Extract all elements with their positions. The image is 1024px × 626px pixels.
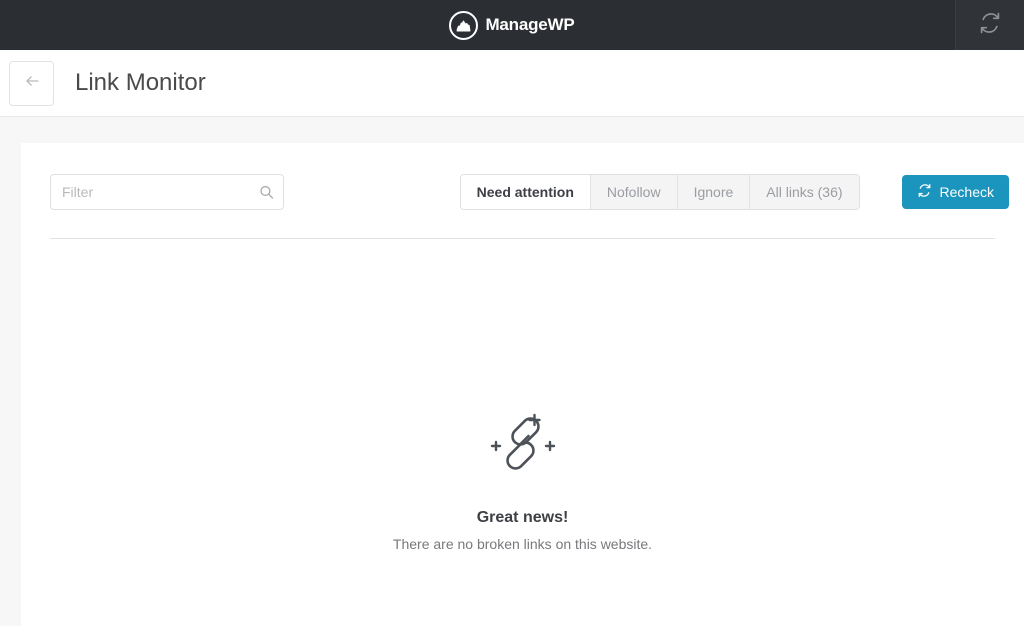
tab-need-attention[interactable]: Need attention: [461, 175, 591, 209]
recheck-button[interactable]: Recheck: [902, 175, 1009, 209]
page-header: Link Monitor: [0, 50, 1024, 117]
page-title: Link Monitor: [75, 69, 206, 97]
tab-ignore[interactable]: Ignore: [678, 175, 751, 209]
link-monitor-card: Need attention Nofollow Ignore All links…: [21, 143, 1024, 626]
top-bar: ManageWP: [0, 0, 1024, 50]
tab-all-links[interactable]: All links (36): [750, 175, 858, 209]
brand-name: ManageWP: [485, 15, 574, 35]
empty-state-title: Great news!: [477, 509, 569, 527]
broken-chain-link-icon: [487, 410, 559, 485]
empty-state: Great news! There are no broken links on…: [21, 239, 1024, 552]
recheck-label: Recheck: [940, 184, 994, 200]
arrow-left-icon: [22, 71, 42, 96]
tab-nofollow[interactable]: Nofollow: [591, 175, 678, 209]
content-area: Need attention Nofollow Ignore All links…: [0, 117, 1024, 626]
refresh-button[interactable]: [955, 0, 1024, 50]
filter-input[interactable]: [50, 174, 284, 210]
filter-tabs: Need attention Nofollow Ignore All links…: [460, 174, 860, 210]
brand-logo[interactable]: ManageWP: [449, 11, 574, 40]
toolbar: Need attention Nofollow Ignore All links…: [21, 143, 1024, 210]
empty-state-subtitle: There are no broken links on this websit…: [393, 536, 652, 552]
filter-field-wrapper: [50, 174, 284, 210]
sync-refresh-icon: [978, 11, 1002, 40]
refresh-icon: [917, 183, 932, 201]
managewp-mountain-icon: [449, 11, 478, 40]
back-button[interactable]: [9, 61, 54, 106]
